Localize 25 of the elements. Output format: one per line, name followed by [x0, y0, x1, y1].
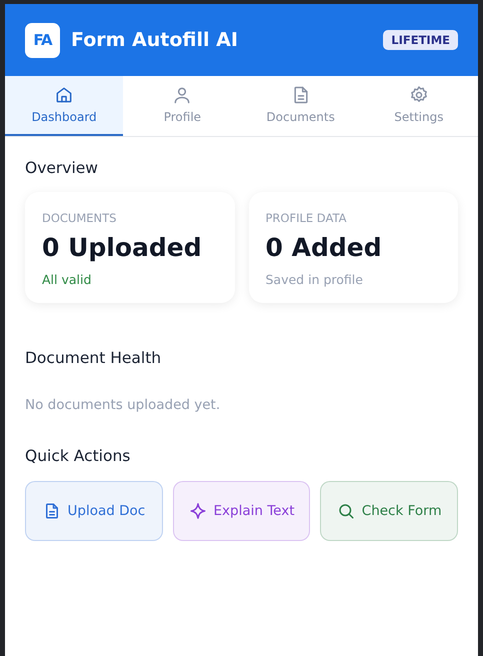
stat-label: PROFILE DATA — [266, 211, 346, 225]
empty-message: No documents uploaded yet. — [25, 397, 222, 413]
stat-note: All valid — [42, 272, 92, 287]
nav-tab[interactable]: Documents — [242, 76, 360, 136]
nav-tab[interactable]: Dashboard — [5, 76, 124, 136]
nav-tab[interactable]: Settings — [360, 76, 478, 136]
settings-icon — [408, 85, 429, 105]
house-icon — [54, 85, 74, 105]
action-button[interactable]: Explain Text — [172, 481, 310, 541]
action-button[interactable]: Check Form — [320, 481, 458, 541]
nav-tab[interactable]: Profile — [123, 76, 242, 136]
person-icon — [172, 85, 192, 105]
sparkle-icon — [188, 502, 206, 520]
stat-value: 0 Uploaded — [42, 233, 202, 262]
logo-icon: FA — [25, 22, 60, 58]
stat-note: Saved in profile — [266, 272, 363, 287]
plan-badge: LIFETIME — [383, 30, 458, 50]
action-button[interactable]: Upload Doc — [25, 481, 163, 541]
stat-label: DOCUMENTS — [42, 211, 116, 225]
section-title: Quick Actions — [25, 447, 132, 465]
section-title: Document Health — [25, 349, 162, 367]
app-title: Form Autofill AI — [71, 29, 239, 51]
section-title: Overview — [25, 159, 99, 177]
stat-value: 0 Added — [266, 233, 382, 262]
search-icon — [336, 502, 355, 520]
